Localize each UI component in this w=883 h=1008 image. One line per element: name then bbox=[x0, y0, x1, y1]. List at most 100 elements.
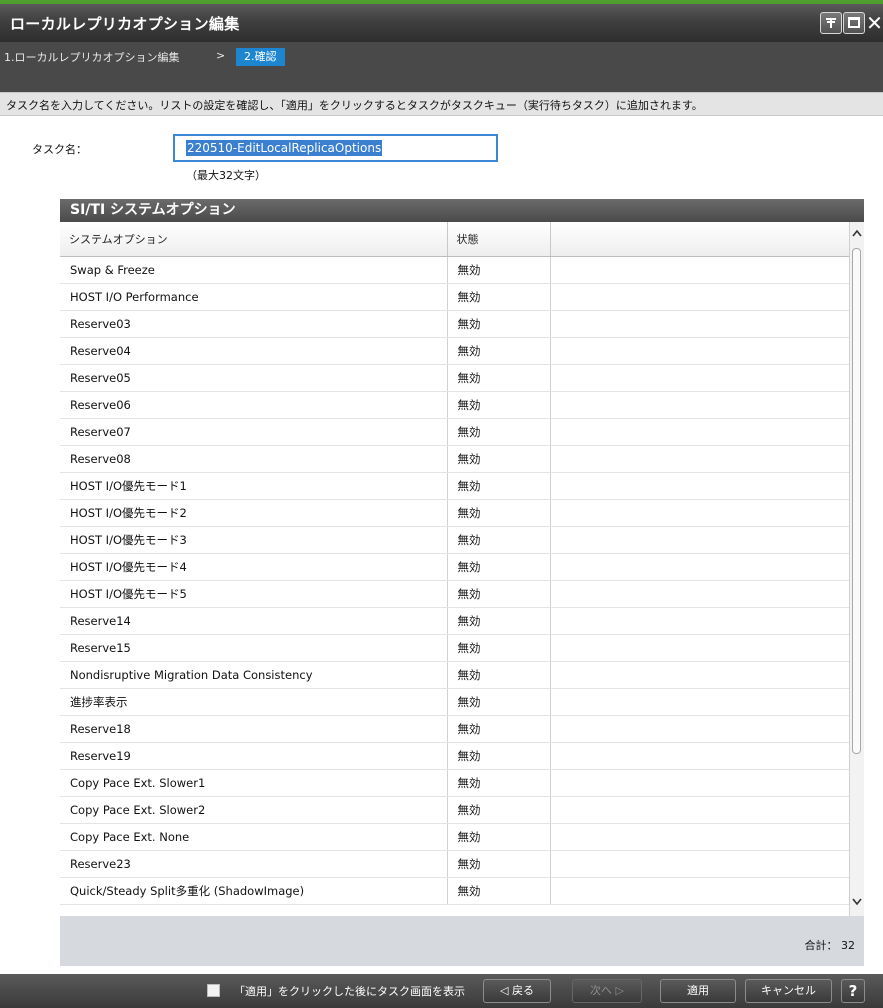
table-row[interactable]: HOST I/O優先モード2 無効 bbox=[60, 499, 849, 527]
table-row[interactable]: Reserve06 無効 bbox=[60, 391, 849, 419]
option-status-cell: 無効 bbox=[447, 607, 551, 635]
column-header-status[interactable]: 状態 bbox=[447, 222, 551, 257]
option-status-cell: 無効 bbox=[447, 526, 551, 554]
table-row[interactable]: HOST I/O優先モード5 無効 bbox=[60, 580, 849, 608]
table-row[interactable]: Reserve07 無効 bbox=[60, 418, 849, 446]
table-row[interactable]: Reserve19 無効 bbox=[60, 742, 849, 770]
option-name-cell: 進捗率表示 bbox=[60, 688, 448, 716]
wizard-step-2-current: 2.確認 bbox=[236, 48, 285, 66]
vertical-scrollbar[interactable] bbox=[849, 222, 864, 916]
option-name-cell: Copy Pace Ext. None bbox=[60, 823, 448, 851]
back-button[interactable]: ◁ 戻る bbox=[483, 979, 551, 1003]
empty-cell bbox=[550, 553, 849, 581]
footer-bar: 「適用」をクリックした後にタスク画面を表示 ◁ 戻る 次へ ▷ 適用 キャンセル… bbox=[0, 974, 883, 1008]
table-row[interactable]: Quick/Steady Split多重化 (ShadowImage) 無効 bbox=[60, 877, 849, 905]
table-row[interactable]: Reserve08 無効 bbox=[60, 445, 849, 473]
show-task-screen-checkbox[interactable] bbox=[207, 984, 220, 997]
option-status-cell: 無効 bbox=[447, 445, 551, 473]
apply-button[interactable]: 適用 bbox=[660, 979, 736, 1003]
option-name-cell: HOST I/O優先モード1 bbox=[60, 472, 448, 500]
option-status-cell: 無効 bbox=[447, 418, 551, 446]
option-status-cell: 無効 bbox=[447, 310, 551, 338]
empty-cell bbox=[550, 256, 849, 284]
next-button[interactable]: 次へ ▷ bbox=[572, 979, 642, 1003]
scrollbar-thumb[interactable] bbox=[852, 248, 861, 754]
option-name-cell: Reserve19 bbox=[60, 742, 448, 770]
option-status-cell: 無効 bbox=[447, 256, 551, 284]
option-name-cell: Reserve03 bbox=[60, 310, 448, 338]
empty-cell bbox=[550, 850, 849, 878]
option-name-cell: Reserve15 bbox=[60, 634, 448, 662]
table-row[interactable]: HOST I/O優先モード1 無効 bbox=[60, 472, 849, 500]
empty-cell bbox=[550, 391, 849, 419]
option-status-cell: 無効 bbox=[447, 580, 551, 608]
column-header-system-option[interactable]: システムオプション bbox=[60, 222, 448, 257]
option-status-cell: 無効 bbox=[447, 877, 551, 905]
option-name-cell: Nondisruptive Migration Data Consistency bbox=[60, 661, 448, 689]
options-table: システムオプション 状態 Swap & Freeze 無効 HOST I/O Per… bbox=[60, 222, 849, 916]
empty-cell bbox=[550, 418, 849, 446]
scroll-down-icon[interactable] bbox=[850, 896, 864, 912]
empty-cell bbox=[550, 877, 849, 905]
empty-cell bbox=[550, 607, 849, 635]
show-task-screen-label[interactable]: 「適用」をクリックした後にタスク画面を表示 bbox=[234, 983, 465, 999]
empty-cell bbox=[550, 445, 849, 473]
table-row[interactable]: Nondisruptive Migration Data Consistency… bbox=[60, 661, 849, 689]
table-row[interactable]: HOST I/O Performance 無効 bbox=[60, 283, 849, 311]
option-status-cell: 無効 bbox=[447, 688, 551, 716]
table-row[interactable]: Reserve14 無効 bbox=[60, 607, 849, 635]
empty-cell bbox=[550, 634, 849, 662]
option-name-cell: Reserve08 bbox=[60, 445, 448, 473]
wizard-step-1[interactable]: 1.ローカルレプリカオプション編集 bbox=[4, 49, 180, 65]
empty-cell bbox=[550, 796, 849, 824]
help-button[interactable]: ? bbox=[841, 979, 865, 1003]
table-row[interactable]: HOST I/O優先モード4 無効 bbox=[60, 553, 849, 581]
option-name-cell: HOST I/O Performance bbox=[60, 283, 448, 311]
scroll-up-icon[interactable] bbox=[850, 227, 864, 243]
cancel-button[interactable]: キャンセル bbox=[745, 979, 832, 1003]
option-name-cell: Reserve23 bbox=[60, 850, 448, 878]
instruction-text: タスク名を入力してください。リストの設定を確認し、「適用」をクリックするとタスク… bbox=[6, 99, 703, 112]
option-status-cell: 無効 bbox=[447, 472, 551, 500]
table-row[interactable]: Reserve03 無効 bbox=[60, 310, 849, 338]
option-name-cell: Reserve05 bbox=[60, 364, 448, 392]
table-row[interactable]: HOST I/O優先モード3 無効 bbox=[60, 526, 849, 554]
option-name-cell: Reserve06 bbox=[60, 391, 448, 419]
empty-cell bbox=[550, 337, 849, 365]
option-status-cell: 無効 bbox=[447, 715, 551, 743]
option-status-cell: 無効 bbox=[447, 283, 551, 311]
table-row[interactable]: 進捗率表示 無効 bbox=[60, 688, 849, 716]
table-row[interactable]: Reserve18 無効 bbox=[60, 715, 849, 743]
option-name-cell: Swap & Freeze bbox=[60, 256, 448, 284]
option-name-cell: Reserve14 bbox=[60, 607, 448, 635]
table-row[interactable]: Swap & Freeze 無効 bbox=[60, 256, 849, 284]
table-row[interactable]: Reserve15 無効 bbox=[60, 634, 849, 662]
table-row[interactable]: Reserve23 無効 bbox=[60, 850, 849, 878]
empty-cell bbox=[550, 526, 849, 554]
option-status-cell: 無効 bbox=[447, 337, 551, 365]
empty-cell bbox=[550, 742, 849, 770]
option-name-cell: Copy Pace Ext. Slower2 bbox=[60, 796, 448, 824]
instruction-bar: タスク名を入力してください。リストの設定を確認し、「適用」をクリックするとタスク… bbox=[0, 92, 883, 116]
maximize-icon[interactable] bbox=[843, 12, 865, 34]
pin-icon[interactable] bbox=[820, 12, 842, 34]
table-row[interactable]: Reserve04 無効 bbox=[60, 337, 849, 365]
total-label: 合計： bbox=[804, 939, 838, 952]
empty-cell bbox=[550, 823, 849, 851]
total-count: 合計： 32 bbox=[805, 937, 856, 953]
option-name-cell: Quick/Steady Split多重化 (ShadowImage) bbox=[60, 877, 448, 905]
table-row[interactable]: Copy Pace Ext. None 無効 bbox=[60, 823, 849, 851]
empty-cell bbox=[550, 580, 849, 608]
empty-cell bbox=[550, 769, 849, 797]
table-row[interactable]: Copy Pace Ext. Slower2 無効 bbox=[60, 796, 849, 824]
table-row[interactable]: Copy Pace Ext. Slower1 無効 bbox=[60, 769, 849, 797]
empty-cell bbox=[550, 310, 849, 338]
option-status-cell: 無効 bbox=[447, 661, 551, 689]
option-name-cell: HOST I/O優先モード5 bbox=[60, 580, 448, 608]
close-icon[interactable]: ✕ bbox=[866, 12, 883, 34]
table-row[interactable]: Reserve05 無効 bbox=[60, 364, 849, 392]
wizard-step-separator: > bbox=[216, 49, 226, 62]
system-options-panel: SI/TI システムオプション システムオプション 状態 Swap & Free… bbox=[60, 199, 864, 966]
task-name-label: タスク名： bbox=[32, 143, 87, 156]
option-name-cell: Reserve04 bbox=[60, 337, 448, 365]
